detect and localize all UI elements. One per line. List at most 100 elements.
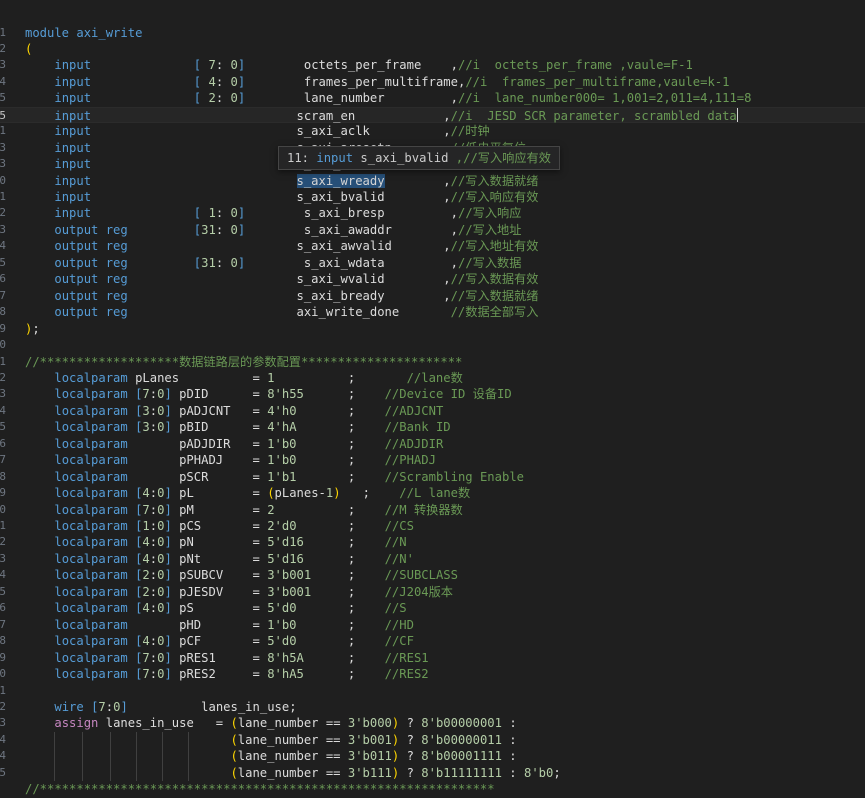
code-token: :	[215, 58, 231, 73]
code-token: 1'b1	[267, 469, 297, 484]
code-text: output reg s_axi_bready ,//写入数据就绪	[25, 288, 538, 304]
code-line[interactable]: 2 localparam pLanes = 1 ; //lane数	[0, 370, 865, 386]
code-line[interactable]: 2 input [ 1: 0] s_axi_bresp ,//写入响应	[0, 205, 865, 221]
code-line[interactable]: 5 output reg [31: 0] s_axi_wdata ,//写入数据	[0, 255, 865, 271]
code-line[interactable]: 8 localparam pSCR = 1'b1 ; //Scrambling …	[0, 469, 865, 485]
line-number: 5	[0, 108, 6, 122]
code-token: //写入响应有效	[450, 190, 539, 204]
code-token: pHD =	[127, 617, 268, 632]
code-line[interactable]: 0 localparam [7:0] pM = 2 ; //M 转换器数	[0, 502, 865, 518]
code-line[interactable]: 7 localparam pHD = 1'b0 ; //HD	[0, 617, 865, 633]
code-text: input scram_en ,//i JESD SCR parameter, …	[25, 107, 738, 124]
code-token: :	[149, 535, 158, 550]
code-line[interactable]: 1	[0, 683, 865, 699]
code-line[interactable]: 8 localparam [4:0] pCF = 5'd0 ; //CF	[0, 633, 865, 649]
code-line[interactable]: 7 localparam pPHADJ = 1'b0 ; //PHADJ	[0, 452, 865, 468]
code-line[interactable]: 0	[0, 337, 865, 353]
code-text: localparam [4:0] pN = 5'd16 ; //N	[25, 534, 406, 550]
code-token: pCS =	[171, 519, 268, 533]
code-line[interactable]: 9);	[0, 321, 865, 337]
code-line[interactable]: 5 input scram_en ,//i JESD SCR parameter…	[0, 106, 865, 124]
code-line[interactable]: 3 localparam [4:0] pNt = 5'd16 ; //N'	[0, 551, 865, 567]
code-line[interactable]: 4 localparam [3:0] pADJCNT = 4'h0 ; //AD…	[0, 403, 865, 419]
code-line[interactable]: 1 input s_axi_aclk ,//时钟	[0, 123, 865, 139]
code-token: :	[105, 699, 114, 714]
code-text: output reg axi_write_done //数据全部写入	[25, 304, 538, 320]
code-token: ;	[296, 453, 385, 468]
code-token: 8'h5A	[267, 650, 304, 665]
code-token: )	[333, 486, 341, 501]
code-line[interactable]: 4 (lane_number == 3'b011) ? 8'b00001111 …	[0, 748, 865, 764]
code-token: //写入数据就绪	[450, 173, 539, 188]
code-token: ;	[303, 650, 385, 665]
code-line[interactable]: 1 localparam [1:0] pCS = 2'd0 ; //CS	[0, 518, 865, 534]
code-editor[interactable]: 1 module axi_write 2(3 input [ 7: 0] octet…	[0, 0, 865, 796]
code-line[interactable]: 0 localparam [7:0] pRES2 = 8'hA5 ; //RES…	[0, 666, 865, 682]
code-token: ;	[311, 584, 385, 599]
code-line[interactable]: 3 assign lanes_in_use = (lane_number == …	[0, 715, 865, 731]
code-token: localparam	[54, 486, 128, 501]
code-line[interactable]: 4 localparam [2:0] pSUBCV = 3'b001 ; //S…	[0, 567, 865, 583]
line-number: 7	[0, 288, 6, 302]
line-number: 4	[0, 239, 6, 253]
code-token: ]	[164, 650, 172, 665]
code-line[interactable]: 4 (lane_number == 3'b001) ? 8'b00000011 …	[0, 732, 865, 748]
code-line[interactable]: 8 output reg axi_write_done //数据全部写入	[0, 304, 865, 320]
code-text: assign lanes_in_use = (lane_number == 3'…	[25, 715, 516, 731]
code-line[interactable]: 9 localparam [4:0] pL = (pLanes-1) ; //L…	[0, 485, 865, 501]
code-line[interactable]: 3 localparam [7:0] pDID = 8'h55 ; //Devi…	[0, 386, 865, 402]
line-number: 5	[0, 91, 6, 105]
code-token: pCF =	[171, 634, 268, 649]
code-line[interactable]: 6 output reg s_axi_wvalid ,//写入数据有效	[0, 271, 865, 287]
code-line[interactable]: 2(	[0, 41, 865, 57]
code-line[interactable]: 1 //*******************数据链路层的参数配置********…	[0, 354, 865, 370]
code-line[interactable]: 5 localparam [2:0] pJESDV = 3'b001 ; //J…	[0, 584, 865, 600]
code-line[interactable]: 5 localparam [3:0] pBID = 4'hA ; //Bank …	[0, 419, 865, 435]
code-line[interactable]: 6 localparam [4:0] pS = 5'd0 ; //S	[0, 600, 865, 616]
code-token: //**************************************…	[25, 782, 495, 797]
code-line[interactable]: 5 (lane_number == 3'b111) ? 8'b11111111 …	[0, 765, 865, 781]
code-line[interactable]: 6 localparam pADJDIR = 1'b0 ; //ADJDIR	[0, 436, 865, 452]
code-line[interactable]: 1 module axi_write	[0, 25, 865, 41]
code-token: ]	[120, 699, 128, 714]
code-token: localparam	[54, 634, 128, 649]
code-token: octets_per_frame ,	[245, 58, 458, 73]
code-token: ;	[311, 568, 385, 583]
code-line[interactable]: 3 output reg [31: 0] s_axi_awaddr ,//写入地…	[0, 222, 865, 238]
code-line[interactable]: 4 output reg s_axi_awvalid ,//写入地址有效	[0, 238, 865, 254]
code-line[interactable]: 1 input s_axi_bvalid ,//写入响应有效	[0, 189, 865, 205]
code-line[interactable]: 2 wire [7:0] lanes_in_use;	[0, 699, 865, 715]
code-line[interactable]: 2 localparam [4:0] pN = 5'd16 ; //N	[0, 534, 865, 550]
code-line[interactable]: 7 output reg s_axi_bready ,//写入数据就绪	[0, 288, 865, 304]
code-token: 4	[142, 634, 150, 649]
code-token: :	[149, 667, 158, 682]
line-number: 4	[0, 568, 6, 582]
code-token: :	[149, 601, 158, 616]
code-token: ;	[553, 765, 561, 780]
code-line[interactable]: 0 input s_axi_wready ,//写入数据就绪	[0, 173, 865, 189]
code-token: 2	[267, 502, 275, 517]
code-line[interactable]: 3 input [ 7: 0] octets_per_frame ,//i oc…	[0, 57, 865, 73]
line-number: 0	[0, 502, 6, 516]
code-token: ]	[164, 551, 172, 566]
code-line[interactable]: 5 input [ 2: 0] lane_number ,//i lane_nu…	[0, 90, 865, 106]
code-token: 1	[267, 370, 275, 385]
code-line[interactable]: 9 localparam [7:0] pRES1 = 8'h5A ; //RES…	[0, 650, 865, 666]
line-number: 5	[0, 255, 6, 269]
code-token: scram_en ,	[91, 108, 451, 123]
code-token: //数据全部写入	[450, 305, 539, 320]
code-line[interactable]: //**************************************…	[0, 781, 865, 797]
code-token: localparam	[54, 650, 128, 665]
code-line[interactable]: 4 input [ 4: 0] frames_per_multiframe,//…	[0, 74, 865, 90]
code-text: localparam [3:0] pBID = 4'hA ; //Bank ID	[25, 419, 450, 435]
